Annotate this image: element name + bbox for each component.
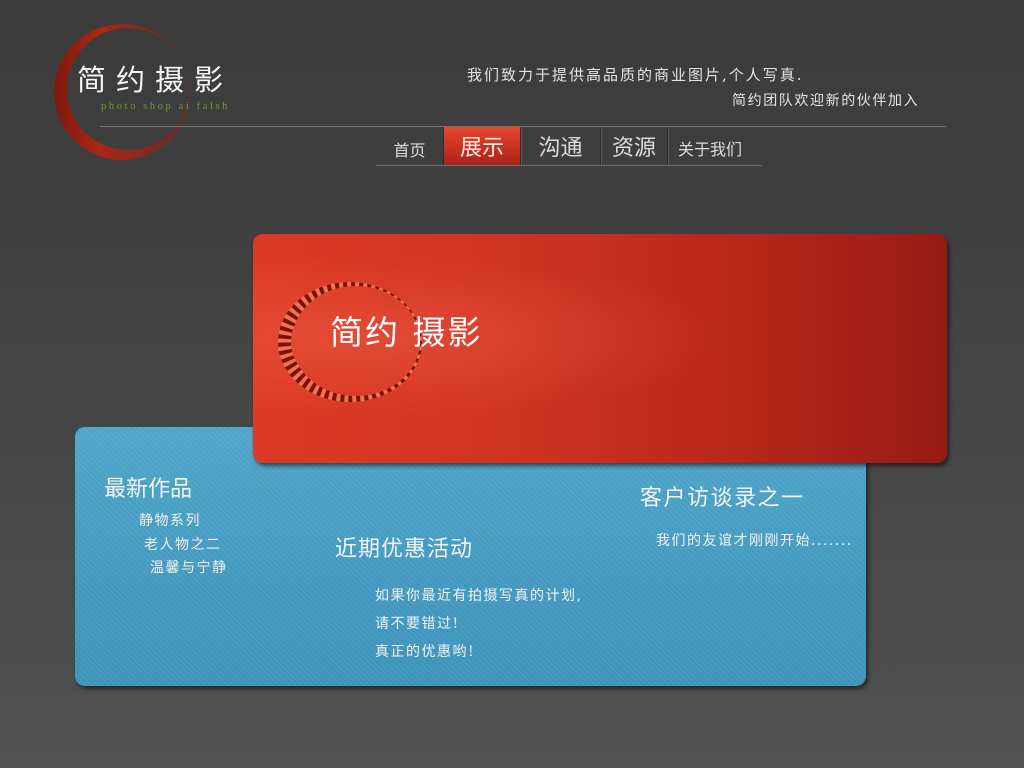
nav-item-showcase[interactable]: 展示 <box>444 127 521 165</box>
nav-item-resources[interactable]: 资源 <box>601 127 668 165</box>
nav-item-label: 首页 <box>393 141 426 160</box>
logo-subtitle: photo shop ai falsh <box>101 101 231 112</box>
nav-item-communicate[interactable]: 沟通 <box>521 127 601 165</box>
latest-works-item[interactable]: 静物系列 <box>139 513 228 529</box>
latest-works-item[interactable]: 老人物之二 <box>144 537 228 553</box>
content-panel: 最新作品 静物系列 老人物之二 温馨与宁静 近期优惠活动 如果你最近有拍摄写真的… <box>75 427 866 686</box>
promotion-line: 请不要错过! <box>375 616 460 632</box>
main-nav: 首页 展示 沟通 资源 关于我们 <box>376 127 762 166</box>
latest-works-item[interactable]: 温馨与宁静 <box>150 560 228 576</box>
nav-item-label: 沟通 <box>538 136 583 161</box>
header-tagline: 我们致力于提供高品质的商业图片,个人写真. <box>467 66 804 84</box>
site-logo[interactable]: 简约摄影 photo shop ai falsh <box>0 0 260 170</box>
nav-item-label: 展示 <box>459 136 504 161</box>
logo-title: 简约摄影 <box>77 63 234 97</box>
interview-heading[interactable]: 客户访谈录之一 <box>640 487 805 511</box>
promotion-heading: 近期优惠活动 <box>335 537 474 562</box>
nav-item-label: 资源 <box>611 136 656 161</box>
nav-item-home[interactable]: 首页 <box>376 127 444 165</box>
promotion-line: 真正的优惠哟! <box>375 644 476 660</box>
banner-title: 简约 摄影 <box>330 313 483 352</box>
promotion-text: 如果你最近有拍摄写真的计划, 请不要错过! 真正的优惠哟! <box>375 588 582 672</box>
header-recruit-note: 简约团队欢迎新的伙伴加入 <box>732 93 920 109</box>
nav-item-about[interactable]: 关于我们 <box>668 127 760 165</box>
interview-excerpt: 我们的友谊才刚刚开始....... <box>656 533 853 549</box>
latest-works-heading: 最新作品 <box>104 477 193 502</box>
promotion-line: 如果你最近有拍摄写真的计划, <box>375 588 583 604</box>
hero-banner: 简约 摄影 <box>253 234 947 463</box>
latest-works-list: 静物系列 老人物之二 温馨与宁静 <box>139 513 228 584</box>
nav-item-label: 关于我们 <box>678 140 743 159</box>
